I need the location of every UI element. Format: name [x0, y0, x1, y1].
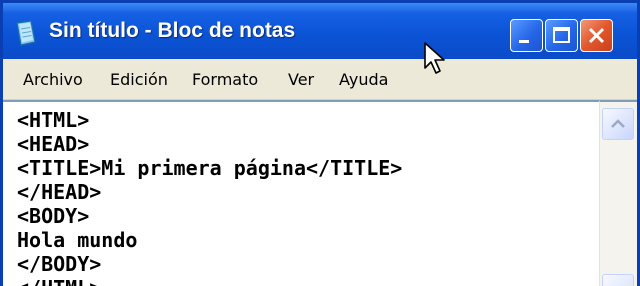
- scroll-down-button[interactable]: [602, 274, 634, 286]
- vertical-scrollbar[interactable]: [599, 100, 637, 286]
- close-icon: [588, 27, 605, 44]
- menu-edicion[interactable]: Edición: [110, 70, 168, 89]
- menu-bar: Archivo Edición Formato Ver Ayuda: [3, 59, 637, 100]
- title-bar[interactable]: Sin título - Bloc de notas: [3, 3, 637, 59]
- text-editor-area[interactable]: <HTML> <HEAD> <TITLE>Mi primera página</…: [3, 100, 599, 286]
- notepad-icon[interactable]: [15, 20, 37, 46]
- minimize-icon: [519, 40, 529, 43]
- maximize-button[interactable]: [545, 19, 578, 52]
- menu-archivo[interactable]: Archivo: [23, 70, 83, 89]
- notepad-window: Sin título - Bloc de notas Archivo Edici…: [0, 0, 640, 286]
- menu-ver[interactable]: Ver: [288, 70, 314, 89]
- scroll-up-button[interactable]: [602, 108, 634, 140]
- menu-ayuda[interactable]: Ayuda: [339, 70, 388, 89]
- minimize-button[interactable]: [510, 19, 543, 52]
- scroll-up-arrow-icon: [611, 119, 625, 128]
- close-button[interactable]: [580, 19, 613, 52]
- menu-formato[interactable]: Formato: [192, 70, 258, 89]
- editor-content[interactable]: <HTML> <HEAD> <TITLE>Mi primera página</…: [17, 108, 402, 286]
- window-title: Sin título - Bloc de notas: [49, 19, 296, 42]
- maximize-icon: [553, 27, 570, 43]
- mouse-pointer-icon: [424, 42, 445, 74]
